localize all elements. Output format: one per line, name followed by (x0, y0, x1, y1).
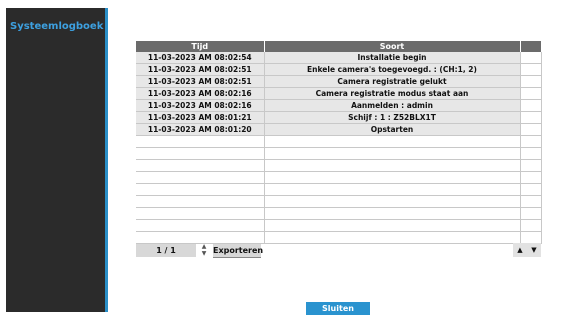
table-row[interactable]: 11-03-2023 AM 08:02:51 Enkele camera's to… (136, 63, 542, 76)
row-type: Camera registratie gelukt (264, 75, 521, 88)
table-row[interactable]: 11-03-2023 AM 08:02:16 Aanmelden : admin (136, 99, 542, 112)
triangle-down-icon[interactable]: ▼ (527, 243, 541, 257)
empty-cell (519, 207, 542, 220)
table-row-empty (136, 135, 542, 148)
triangle-up-icon[interactable]: ▲ (513, 243, 527, 257)
row-scroll-cell (519, 63, 542, 76)
empty-cell (519, 171, 542, 184)
empty-cell (519, 231, 542, 244)
row-scroll-cell (519, 123, 542, 136)
empty-cell (264, 171, 521, 184)
empty-cell (136, 207, 265, 220)
table-header-row: Tijd Soort (136, 41, 541, 52)
empty-cell (136, 195, 265, 208)
empty-cell (519, 147, 542, 160)
row-scroll-cell (519, 52, 542, 64)
row-time: 11-03-2023 AM 08:02:51 (136, 75, 265, 88)
table-row[interactable]: 11-03-2023 AM 08:02:54 Installatie begin (136, 52, 542, 64)
sidebar-title: Systeemlogboek (10, 21, 104, 32)
table-row-empty (136, 207, 542, 220)
column-header-scroll (520, 41, 541, 52)
empty-cell (519, 159, 542, 172)
table-row-empty (136, 183, 542, 196)
empty-cell (519, 135, 542, 148)
row-type: Camera registratie modus staat aan (264, 87, 521, 100)
up-down-spinner-icon[interactable]: ▲ ▼ (200, 243, 208, 258)
table-row[interactable]: 11-03-2023 AM 08:01:21 Schijf : 1 : Z52BL… (136, 111, 542, 124)
empty-cell (136, 147, 265, 160)
column-header-type[interactable]: Soort (264, 41, 521, 52)
row-type: Schijf : 1 : Z52BLX1T (264, 111, 521, 124)
row-scroll-cell (519, 99, 542, 112)
empty-cell (264, 135, 521, 148)
empty-cell (264, 219, 521, 232)
table-row-empty (136, 159, 542, 172)
empty-cell (264, 159, 521, 172)
table-row-empty (136, 231, 542, 244)
row-time: 11-03-2023 AM 08:02:16 (136, 99, 265, 112)
page-nav: ▲ ▼ (513, 243, 541, 257)
table-row-empty (136, 195, 542, 208)
system-log-table: Tijd Soort 11-03-2023 AM 08:02:54 Install… (136, 41, 542, 244)
empty-cell (264, 231, 521, 244)
export-button[interactable]: Exporteren (213, 244, 263, 258)
row-time: 11-03-2023 AM 08:02:51 (136, 63, 265, 76)
row-scroll-cell (519, 111, 542, 124)
empty-cell (136, 159, 265, 172)
row-type: Installatie begin (264, 52, 521, 64)
table-body: 11-03-2023 AM 08:02:54 Installatie begin 1… (136, 52, 542, 244)
row-type: Enkele camera's toegevoegd. : (CH:1, 2) (264, 63, 521, 76)
empty-cell (264, 195, 521, 208)
row-scroll-cell (519, 87, 542, 100)
page-indicator: 1 / 1 (136, 244, 196, 257)
row-time: 11-03-2023 AM 08:01:20 (136, 123, 265, 136)
empty-cell (264, 183, 521, 196)
table-row[interactable]: 11-03-2023 AM 08:02:51 Camera registratie… (136, 75, 542, 88)
empty-cell (519, 195, 542, 208)
row-time: 11-03-2023 AM 08:02:54 (136, 52, 265, 64)
empty-cell (519, 219, 542, 232)
empty-cell (136, 135, 265, 148)
table-row[interactable]: 11-03-2023 AM 08:01:20 Opstarten (136, 123, 542, 136)
table-row-empty (136, 219, 542, 232)
empty-cell (264, 207, 521, 220)
row-type: Aanmelden : admin (264, 99, 521, 112)
empty-cell (264, 147, 521, 160)
table-row[interactable]: 11-03-2023 AM 08:02:16 Camera registratie… (136, 87, 542, 100)
close-button[interactable]: Sluiten (306, 302, 370, 315)
row-scroll-cell (519, 75, 542, 88)
row-time: 11-03-2023 AM 08:01:21 (136, 111, 265, 124)
row-time: 11-03-2023 AM 08:02:16 (136, 87, 265, 100)
empty-cell (136, 231, 265, 244)
sidebar: Systeemlogboek (6, 8, 105, 312)
empty-cell (136, 171, 265, 184)
column-header-time[interactable]: Tijd (136, 41, 265, 52)
empty-cell (136, 219, 265, 232)
table-row-empty (136, 147, 542, 160)
empty-cell (136, 183, 265, 196)
row-type: Opstarten (264, 123, 521, 136)
table-row-empty (136, 171, 542, 184)
empty-cell (519, 183, 542, 196)
